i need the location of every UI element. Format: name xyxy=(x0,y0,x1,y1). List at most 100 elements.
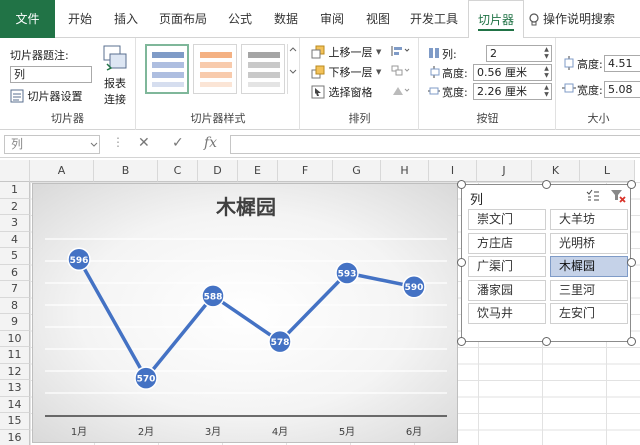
slicer-item[interactable]: 左安门 xyxy=(550,303,628,324)
slicer-item[interactable]: 木樨园 xyxy=(550,256,628,277)
row-header[interactable]: 2 xyxy=(0,198,30,215)
column-header[interactable]: L xyxy=(580,160,635,182)
slicer-item[interactable]: 方庄店 xyxy=(468,232,546,254)
slicer-style-1[interactable] xyxy=(145,44,189,94)
report-connections-button[interactable]: 报表 连接 xyxy=(98,44,132,108)
column-header[interactable]: H xyxy=(381,160,429,182)
slicer-item[interactable]: 大羊坊 xyxy=(550,209,628,230)
buttons-group-label: 按钮 xyxy=(476,112,499,125)
enter-button[interactable]: ✓ xyxy=(172,135,184,151)
tab-review[interactable]: 审阅 xyxy=(310,0,354,38)
slicer-caption-input[interactable]: 列 xyxy=(10,66,92,83)
slicer-style-2[interactable] xyxy=(193,44,237,94)
slicer-item[interactable]: 广渠门 xyxy=(468,256,546,277)
row-header[interactable]: 16 xyxy=(0,429,30,445)
tab-data[interactable]: 数据 xyxy=(264,0,308,38)
button-width-input[interactable]: 2.26 厘米 ▲ ▼ xyxy=(473,83,552,100)
slicer-item[interactable]: 饮马井 xyxy=(468,303,546,324)
style-gallery-scroll[interactable] xyxy=(287,44,297,94)
resize-handle-bottom-left[interactable] xyxy=(457,337,466,346)
column-header[interactable]: G xyxy=(333,160,381,182)
columns-spinner[interactable]: ▲ ▼ xyxy=(542,46,551,61)
column-header[interactable]: E xyxy=(238,160,278,182)
columns-input[interactable]: 2 ▲ ▼ xyxy=(486,45,552,62)
row-header[interactable]: 8 xyxy=(0,297,30,314)
tab-page-layout[interactable]: 页面布局 xyxy=(150,0,216,38)
slicer-width-label: 宽度: xyxy=(577,84,603,97)
cancel-button[interactable]: ✕ xyxy=(138,135,150,151)
buttons-group: 列: 2 ▲ ▼ 高度: 0.56 厘米 ▲ ▼ 宽度: 2.26 厘米 ▲ ▼ 按钮 xyxy=(420,38,556,130)
name-box[interactable]: 列 xyxy=(4,135,100,154)
rotate-icon xyxy=(393,87,410,95)
row-header[interactable]: 9 xyxy=(0,314,30,331)
send-backward-label: 下移一层 xyxy=(328,66,373,79)
slicer-item[interactable]: 三里河 xyxy=(550,279,628,301)
row-header[interactable]: 6 xyxy=(0,264,30,281)
line-chart[interactable]: 木樨园 596 570 588 578 593 590 1月 2月 3月 4月 5月 6月 xyxy=(32,183,458,443)
row-header[interactable]: 11 xyxy=(0,347,30,364)
row-header[interactable]: 1 xyxy=(0,182,30,199)
name-box-dropdown-icon[interactable] xyxy=(90,142,98,148)
column-header[interactable]: D xyxy=(198,160,238,182)
row-header[interactable]: 5 xyxy=(0,248,30,265)
style-preview-icon xyxy=(248,52,280,87)
row-header[interactable]: 4 xyxy=(0,231,30,248)
slicer-style-3[interactable] xyxy=(241,44,285,94)
row-header[interactable]: 13 xyxy=(0,380,30,397)
button-width-spinner[interactable]: ▲ ▼ xyxy=(542,84,551,99)
resize-handle-bottom[interactable] xyxy=(542,337,551,346)
resize-handle-left[interactable] xyxy=(457,258,466,267)
button-height-input[interactable]: 0.56 厘米 ▲ ▼ xyxy=(473,64,552,81)
row-header[interactable]: 14 xyxy=(0,396,30,413)
slicer-width-input[interactable]: 5.08 厘 xyxy=(604,81,640,98)
column-header[interactable]: I xyxy=(429,160,477,182)
selection-pane-button[interactable]: 选择窗格 xyxy=(311,84,373,100)
column-header[interactable]: J xyxy=(477,160,532,182)
send-backward-button[interactable]: 下移一层 ▼ xyxy=(311,64,381,80)
insert-function-button[interactable]: fx xyxy=(204,135,217,151)
row-header[interactable]: 10 xyxy=(0,330,30,347)
tab-file[interactable]: 文件 xyxy=(0,0,55,38)
slicer-height-input[interactable]: 4.51 厘 xyxy=(604,55,640,72)
formula-input[interactable] xyxy=(230,135,640,154)
column-header[interactable]: K xyxy=(532,160,580,182)
resize-handle-top-left[interactable] xyxy=(457,180,466,189)
resize-handle-top[interactable] xyxy=(542,180,551,189)
slicer-settings-button[interactable]: 切片器设置 xyxy=(10,88,83,106)
slicer-item[interactable]: 光明桥 xyxy=(550,232,628,254)
row-header[interactable]: 15 xyxy=(0,413,30,430)
resize-handle-top-right[interactable] xyxy=(627,180,636,189)
row-header[interactable]: 7 xyxy=(0,281,30,298)
tell-me-search[interactable]: 操作说明搜索 xyxy=(528,0,640,38)
chevron-up-icon xyxy=(289,47,297,52)
column-header[interactable]: B xyxy=(94,160,158,182)
tab-view[interactable]: 视图 xyxy=(356,0,400,38)
tab-developer[interactable]: 开发工具 xyxy=(402,0,466,38)
tab-home[interactable]: 开始 xyxy=(58,0,102,38)
row-header[interactable]: 12 xyxy=(0,363,30,380)
column-header[interactable]: C xyxy=(158,160,198,182)
slicer-item[interactable]: 潘家园 xyxy=(468,279,546,301)
select-all-corner[interactable] xyxy=(0,160,30,182)
resize-handle-right[interactable] xyxy=(627,258,636,267)
slicer-item[interactable]: 崇文门 xyxy=(468,209,546,230)
align-button[interactable] xyxy=(391,45,411,60)
button-height-spinner[interactable]: ▲ ▼ xyxy=(542,65,551,80)
bring-forward-button[interactable]: 上移一层 ▼ xyxy=(311,44,381,60)
resize-handle-bottom-right[interactable] xyxy=(627,337,636,346)
column-header[interactable]: A xyxy=(30,160,94,182)
row-header[interactable]: 3 xyxy=(0,215,30,232)
column-header[interactable]: F xyxy=(278,160,333,182)
rotate-button[interactable] xyxy=(391,85,411,100)
tab-formulas[interactable]: 公式 xyxy=(218,0,262,38)
tab-slicer[interactable]: 切片器 xyxy=(468,0,524,39)
series-line[interactable] xyxy=(77,258,415,380)
group-objects-button[interactable] xyxy=(391,65,411,80)
tab-insert[interactable]: 插入 xyxy=(104,0,148,38)
chart-series: 596 570 588 578 593 590 xyxy=(67,247,426,390)
x-tick-label: 4月 xyxy=(272,426,288,438)
multi-select-icon[interactable] xyxy=(586,189,600,203)
slicer-panel[interactable]: 列 崇文门 大羊坊 方庄店 光明桥 广渠门 木樨园 潘家园 三里河 饮马井 左安门 xyxy=(461,184,631,342)
clear-filter-icon[interactable] xyxy=(610,188,626,204)
button-width-value: 2.26 厘米 xyxy=(477,85,527,98)
